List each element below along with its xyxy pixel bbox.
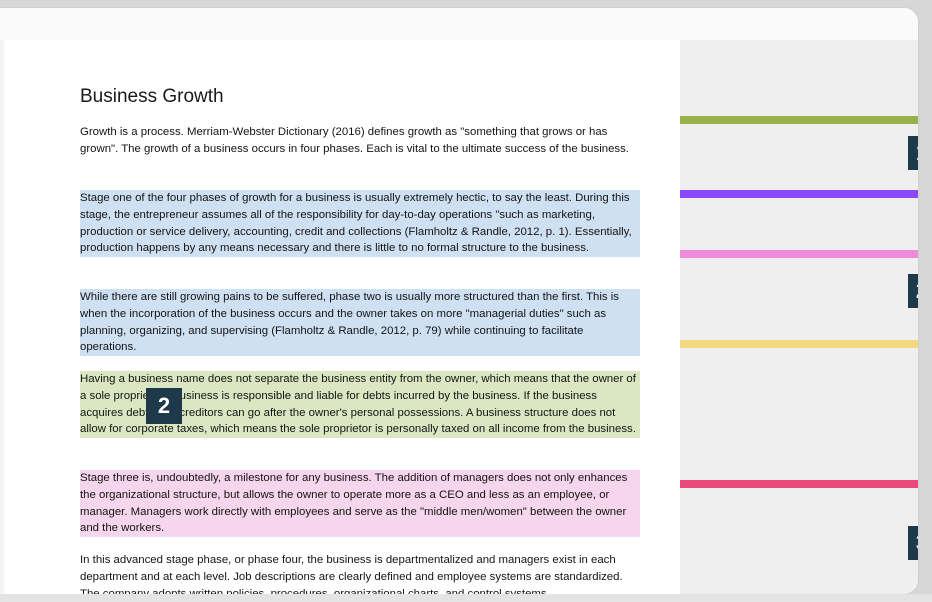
document-window: Business Growth Growth is a process. Mer… — [0, 8, 918, 594]
paragraph-stage-four: In this advanced stage phase, or phase f… — [80, 554, 623, 594]
paragraph-stage-one: Stage one of the four phases of growth f… — [80, 190, 640, 258]
callout-badge-inline-2[interactable]: 2 — [146, 388, 182, 424]
window-topbar — [0, 8, 918, 40]
callout-badge-3[interactable]: 3 — [908, 526, 918, 560]
paragraph-stage-two: While there are still growing pains to b… — [80, 289, 640, 357]
rail-band — [680, 250, 918, 258]
rail-band — [680, 480, 918, 488]
paragraph-stage-three: Stage three is, undoubtedly, a milestone… — [80, 470, 640, 538]
callout-badge-2[interactable]: 2 — [908, 274, 918, 308]
bottom-strip — [0, 594, 932, 602]
rail-band — [680, 340, 918, 348]
paragraph-intro: Growth is a process. Merriam-Webster Dic… — [80, 126, 629, 155]
rail-band — [680, 190, 918, 198]
document-page: Business Growth Growth is a process. Mer… — [4, 40, 680, 594]
document-title: Business Growth — [80, 86, 224, 107]
annotation-rail — [680, 40, 918, 594]
callout-badge-1[interactable]: 1 — [908, 136, 918, 170]
rail-band — [680, 116, 918, 124]
